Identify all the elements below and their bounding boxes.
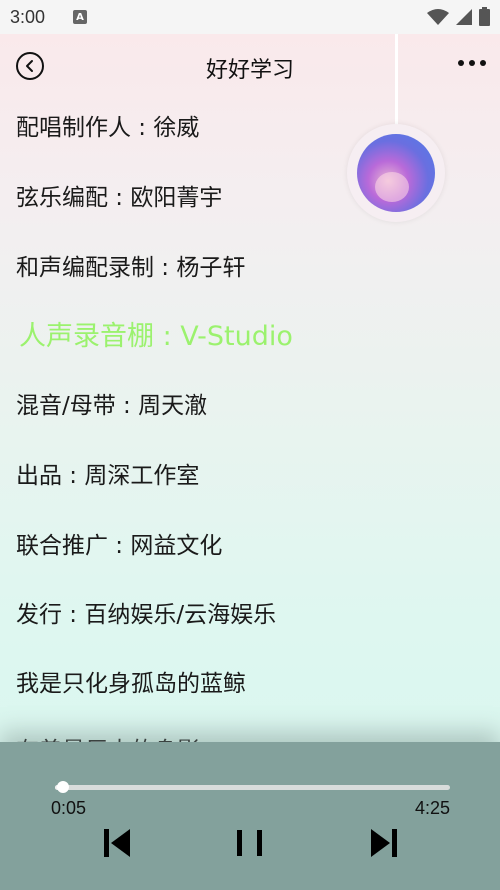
page-title: 好好学习 <box>205 58 294 83</box>
more-options-button[interactable] <box>458 60 486 66</box>
signal-icon <box>456 8 472 25</box>
more-dot-icon <box>480 60 486 66</box>
next-button[interactable] <box>369 826 401 860</box>
current-time: 0:05 <box>51 798 87 818</box>
lyric-line: 我是只化身孤岛的蓝鲸 <box>16 671 246 697</box>
skip-next-icon <box>371 829 397 857</box>
wifi-icon <box>427 8 449 25</box>
lyric-line: 和声编配录制 : 杨子轩 <box>16 255 246 281</box>
lyric-line: 弦乐编配 : 欧阳菁宇 <box>16 185 223 211</box>
status-bar: 3:00 A <box>0 0 500 34</box>
album-cover-image <box>357 134 435 212</box>
lyric-line-active: 人声录音棚 : V-Studio <box>19 321 293 352</box>
status-time: 3:00 <box>10 6 46 27</box>
previous-button[interactable] <box>102 826 134 860</box>
lyric-line: 配唱制作人 : 徐威 <box>16 115 200 141</box>
total-time: 4:25 <box>414 798 450 818</box>
progress-slider[interactable] <box>55 781 450 793</box>
more-dot-icon <box>458 60 464 66</box>
more-dot-icon <box>469 60 475 66</box>
pause-button[interactable] <box>234 826 266 860</box>
lyric-line: 联合推广 : 网益文化 <box>16 533 223 559</box>
pause-icon <box>237 830 262 856</box>
album-disc[interactable] <box>347 124 445 222</box>
player-controls: 0:05 4:25 <box>0 742 500 890</box>
skip-previous-icon <box>104 829 130 857</box>
lyric-line: 出品 : 周深工作室 <box>16 463 200 489</box>
lyric-line: 发行 : 百纳娱乐/云海娱乐 <box>16 602 277 628</box>
lyric-line: 混音/母带 : 周天澈 <box>16 393 208 419</box>
battery-icon <box>479 7 490 26</box>
disc-string <box>395 34 398 130</box>
header: 好好学习 <box>0 34 500 98</box>
progress-thumb[interactable] <box>56 781 69 793</box>
status-indicators <box>427 7 490 26</box>
app-notification-icon: A <box>73 10 88 24</box>
